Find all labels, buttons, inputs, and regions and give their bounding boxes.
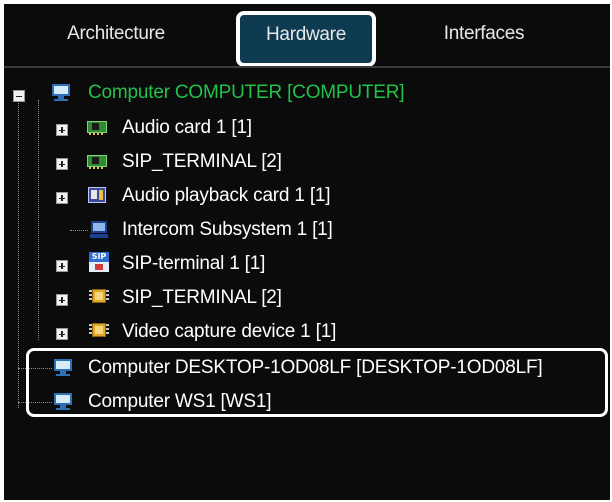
collapse-toggle[interactable] bbox=[13, 90, 25, 102]
tab-strip: Architecture Hardware Interfaces bbox=[4, 4, 610, 70]
tree-item-label: SIP-terminal 1 [1] bbox=[122, 253, 266, 274]
monitor-icon bbox=[50, 81, 72, 103]
tree-connector bbox=[18, 96, 19, 408]
tree-item-label: Audio card 1 [1] bbox=[122, 117, 252, 138]
tree-item-audio-playback-card[interactable]: Audio playback card 1 [1] bbox=[122, 181, 331, 211]
tree-item-label: Intercom Subsystem 1 [1] bbox=[122, 219, 333, 240]
audio-card-icon bbox=[86, 150, 108, 172]
tab-hardware[interactable]: Hardware bbox=[236, 11, 376, 67]
audio-card-icon bbox=[86, 116, 108, 138]
tree-item-label: Computer COMPUTER [COMPUTER] bbox=[88, 82, 405, 103]
hardware-panel: Architecture Hardware Interfaces Compute… bbox=[4, 4, 610, 500]
tree-item-video-capture-device[interactable]: Video capture device 1 [1] bbox=[122, 317, 336, 347]
intercom-icon bbox=[88, 218, 110, 240]
tree-item-audio-card[interactable]: Audio card 1 [1] bbox=[122, 113, 252, 143]
expand-toggle[interactable] bbox=[56, 158, 68, 170]
tab-architecture-label: Architecture bbox=[67, 23, 165, 44]
tab-architecture[interactable]: Architecture bbox=[4, 12, 228, 56]
tree-item-sip-terminal-2[interactable]: SIP_TERMINAL [2] bbox=[122, 283, 282, 313]
tab-divider bbox=[4, 66, 610, 68]
chip-icon bbox=[88, 285, 110, 307]
expand-toggle[interactable] bbox=[56, 294, 68, 306]
tree-item-label: Audio playback card 1 [1] bbox=[122, 185, 331, 206]
tree-item-label: SIP_TERMINAL [2] bbox=[122, 151, 282, 172]
expand-toggle[interactable] bbox=[56, 260, 68, 272]
tab-hardware-label: Hardware bbox=[266, 24, 346, 45]
tree-item-sip-terminal[interactable]: SIP_TERMINAL [2] bbox=[122, 147, 282, 177]
tree-item-sip-terminal-1[interactable]: SIP-terminal 1 [1] bbox=[122, 249, 265, 279]
expand-toggle[interactable] bbox=[56, 192, 68, 204]
tree-item-label: Video capture device 1 [1] bbox=[122, 321, 337, 342]
tree-connector bbox=[38, 100, 39, 340]
chip-icon bbox=[88, 319, 110, 341]
highlight-frame bbox=[26, 348, 608, 417]
tree-connector bbox=[70, 230, 88, 231]
sip-terminal-icon: SIP bbox=[88, 251, 110, 273]
tree-item-intercom-subsystem[interactable]: Intercom Subsystem 1 [1] bbox=[122, 215, 333, 245]
audio-playback-card-icon bbox=[86, 184, 108, 206]
tree-item-computer[interactable]: Computer COMPUTER [COMPUTER] bbox=[88, 78, 405, 108]
tab-interfaces-label: Interfaces bbox=[443, 23, 525, 44]
hardware-tree: Computer COMPUTER [COMPUTER] Audio card … bbox=[4, 70, 610, 500]
tab-interfaces[interactable]: Interfaces bbox=[384, 12, 584, 56]
expand-toggle[interactable] bbox=[56, 328, 68, 340]
tree-item-label: SIP_TERMINAL [2] bbox=[122, 287, 282, 308]
expand-toggle[interactable] bbox=[56, 124, 68, 136]
